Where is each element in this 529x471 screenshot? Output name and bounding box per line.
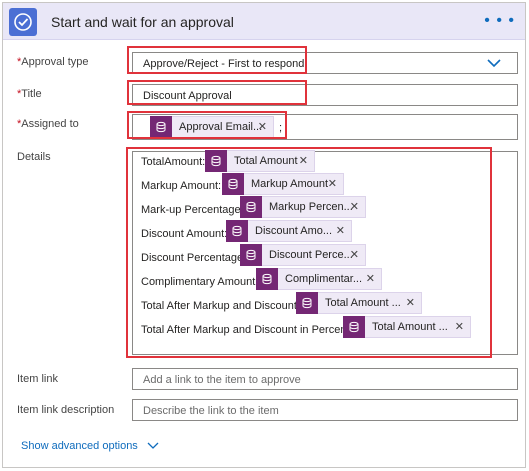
dynamic-content-icon: [256, 268, 278, 290]
remove-token-icon[interactable]: ✕: [406, 296, 415, 309]
token-label: Markup Amount: [251, 178, 329, 190]
details-token[interactable]: Markup Percen... ✕: [240, 196, 366, 218]
remove-token-icon[interactable]: ✕: [366, 272, 375, 285]
token-label: Total Amount ...: [372, 321, 448, 333]
title-input[interactable]: Discount Approval: [132, 84, 518, 106]
details-row-label: Total After Markup and Discount in Perce…: [141, 324, 353, 336]
dynamic-content-icon: [205, 150, 227, 172]
remove-token-icon[interactable]: ✕: [299, 154, 308, 167]
token-label: Markup Percen...: [269, 201, 353, 213]
approvals-app-icon: [9, 8, 37, 36]
token-label: Complimentar...: [285, 273, 363, 285]
details-row-label: TotalAmount:: [141, 156, 206, 168]
dynamic-content-icon: [240, 196, 262, 218]
item-link-placeholder: Add a link to the item to approve: [143, 374, 301, 386]
details-row-label: Mark-up Percentage:: [141, 204, 244, 216]
details-token[interactable]: Total Amount ... ✕: [343, 316, 471, 338]
token-label: Discount Amo...: [255, 225, 333, 237]
dynamic-content-icon: [296, 292, 318, 314]
assigned-to-input[interactable]: Approval Email... ✕ ;: [132, 114, 518, 140]
details-row-label: Discount Percentage:: [141, 252, 247, 264]
details-token[interactable]: Discount Perce... ✕: [240, 244, 366, 266]
item-link-input[interactable]: Add a link to the item to approve: [132, 368, 518, 390]
token-label: Discount Perce...: [269, 249, 353, 261]
item-link-label: Item link: [17, 373, 58, 385]
item-link-description-placeholder: Describe the link to the item: [143, 405, 279, 417]
details-row-label: Markup Amount:: [141, 180, 222, 192]
details-token[interactable]: Markup Amount ✕: [222, 173, 344, 195]
dynamic-content-icon: [222, 173, 244, 195]
remove-token-icon[interactable]: ✕: [455, 320, 464, 333]
approval-type-value: Approve/Reject - First to respond: [143, 58, 305, 70]
chevron-down-icon: [147, 442, 159, 450]
approval-type-dropdown[interactable]: Approve/Reject - First to respond: [132, 52, 518, 74]
details-label: Details: [17, 151, 51, 163]
token-label: Approval Email...: [179, 121, 263, 133]
remove-token-icon[interactable]: ✕: [350, 200, 359, 213]
details-token[interactable]: Total Amount ✕: [205, 150, 315, 172]
details-token[interactable]: Complimentar... ✕: [256, 268, 382, 290]
approval-action-card: Start and wait for an approval • • • *Ap…: [2, 2, 526, 468]
token-label: Total Amount ...: [325, 297, 401, 309]
action-title: Start and wait for an approval: [51, 14, 234, 30]
details-row-label: Total After Markup and Discount:: [141, 300, 300, 312]
remove-token-icon[interactable]: ✕: [350, 248, 359, 261]
dynamic-content-icon: [240, 244, 262, 266]
chevron-down-icon[interactable]: [487, 55, 501, 71]
show-advanced-options-link[interactable]: Show advanced options: [21, 440, 159, 452]
action-header[interactable]: Start and wait for an approval • • •: [3, 3, 525, 40]
ellipsis-icon[interactable]: • • •: [484, 12, 515, 30]
item-link-description-input[interactable]: Describe the link to the item: [132, 399, 518, 421]
dynamic-content-icon: [150, 116, 172, 138]
token-label: Total Amount: [234, 155, 298, 167]
title-label: *Title: [17, 88, 42, 100]
remove-token-icon[interactable]: ✕: [328, 177, 337, 190]
details-row-label: Discount Amount:: [141, 228, 228, 240]
details-token[interactable]: Discount Amo... ✕: [226, 220, 352, 242]
dynamic-content-icon: [343, 316, 365, 338]
title-value: Discount Approval: [143, 90, 232, 102]
assigned-to-token[interactable]: Approval Email... ✕: [150, 116, 274, 138]
advanced-options-label: Show advanced options: [21, 440, 138, 452]
details-token[interactable]: Total Amount ... ✕: [296, 292, 422, 314]
details-row-label: Complimentary Amount:: [141, 276, 259, 288]
remove-token-icon[interactable]: ✕: [336, 224, 345, 237]
token-separator: ;: [279, 122, 283, 134]
dynamic-content-icon: [226, 220, 248, 242]
assigned-to-label: *Assigned to: [17, 118, 79, 130]
approval-type-label: *Approval type: [17, 56, 89, 68]
item-link-description-label: Item link description: [17, 404, 115, 416]
remove-token-icon[interactable]: ✕: [258, 120, 267, 133]
